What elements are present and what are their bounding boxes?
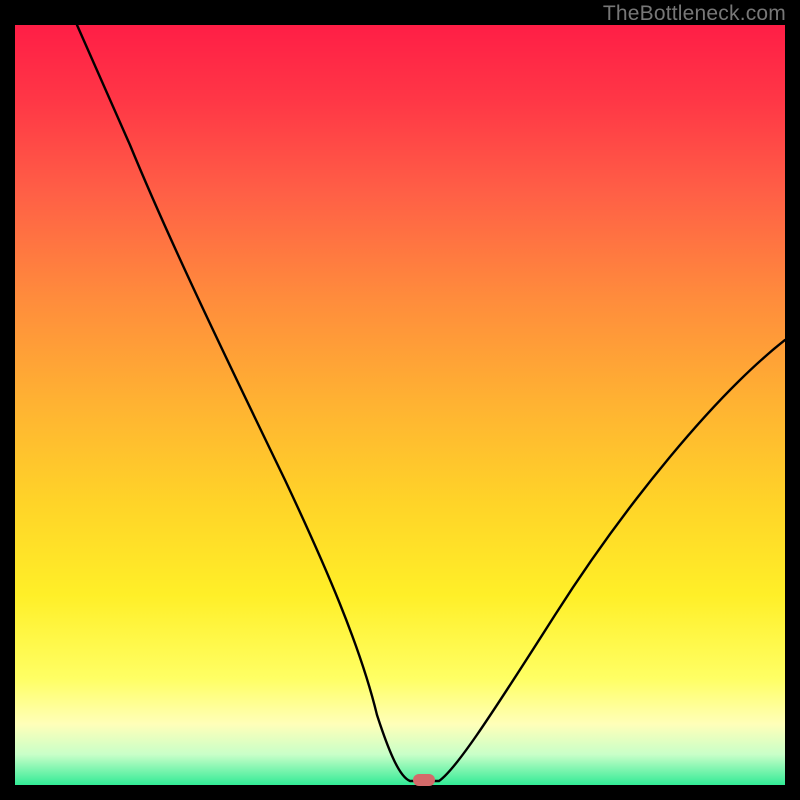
watermark-text: TheBottleneck.com [603, 2, 786, 26]
bottleneck-curve [15, 25, 785, 785]
chart-container: TheBottleneck.com [0, 0, 800, 800]
plot-area [15, 25, 785, 785]
optimal-marker [413, 774, 435, 786]
curve-path [77, 25, 785, 781]
